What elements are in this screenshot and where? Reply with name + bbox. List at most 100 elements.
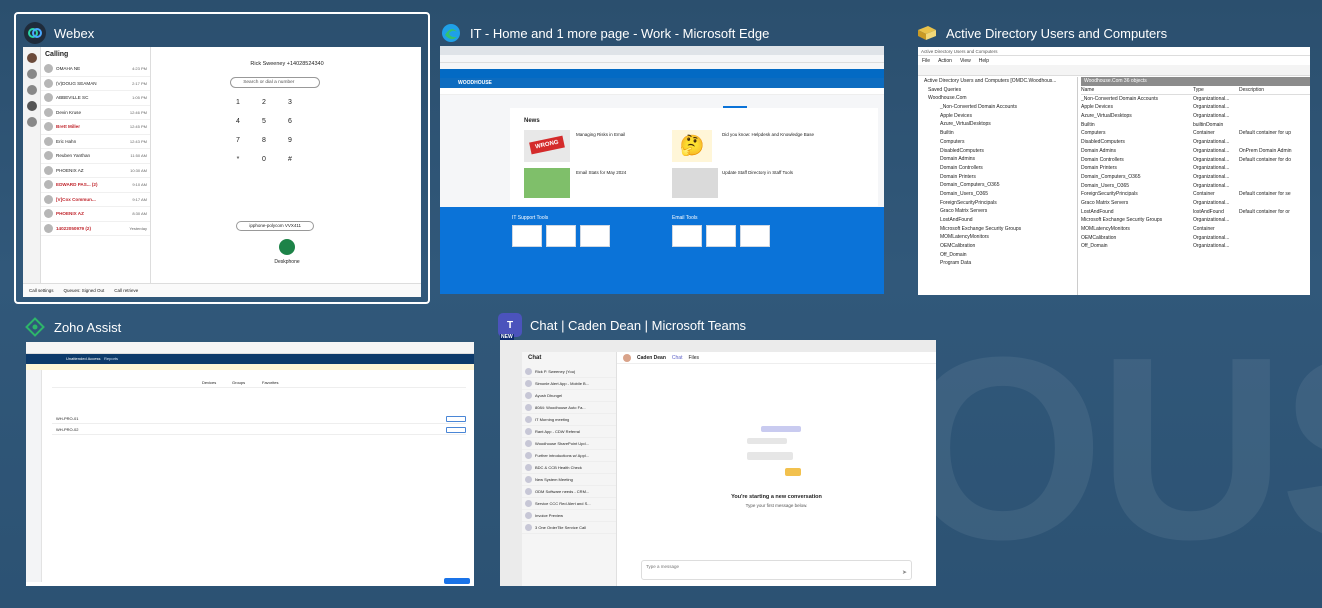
- list-item[interactable]: Devin Kruse 12:46 PM: [41, 106, 150, 120]
- list-item[interactable]: PHOENIX AZ 8:30 AM: [41, 207, 150, 222]
- table-row[interactable]: WH-PRO-02: [52, 425, 466, 435]
- aduc-tile[interactable]: Active Directory Users and Computers Act…: [916, 20, 1316, 300]
- spam-filter-card[interactable]: [706, 225, 736, 247]
- helpdesk-ticket-card[interactable]: [512, 225, 542, 247]
- nav-unattended[interactable]: Unattended Access: [66, 356, 100, 361]
- tree-item[interactable]: ForeignSecurityPrincipals: [918, 199, 1077, 208]
- chat-widget[interactable]: [444, 578, 470, 584]
- password-reset-card[interactable]: [546, 225, 576, 247]
- list-item[interactable]: Brett Miller 12:45 PM: [41, 120, 150, 135]
- call-retrieve-link[interactable]: Call retrieve: [114, 288, 138, 293]
- column-name[interactable]: Name: [1081, 86, 1193, 94]
- call-button[interactable]: [279, 239, 295, 255]
- table-row[interactable]: Builtin builtinDomain: [1081, 121, 1310, 130]
- contacts-icon[interactable]: [26, 117, 37, 127]
- device-selector[interactable]: ipphone-polycom VVX411: [236, 221, 315, 231]
- list-item[interactable]: ODM Software needs - CRM...: [522, 486, 616, 498]
- list-item[interactable]: Eric Hahn 12:43 PM: [41, 135, 150, 149]
- webex-tile[interactable]: Webex Calling OMAHA NE 4:23 PM (V)DOUG SEA…: [14, 12, 430, 304]
- table-row[interactable]: LostAndFound lostAndFound Default containe…: [1081, 208, 1310, 217]
- zoho-tile[interactable]: Zoho Assist Unattended Access Reports De…: [24, 314, 484, 590]
- menu-action[interactable]: Action: [938, 58, 952, 64]
- tree-item[interactable]: _Non-Converted Domain Accounts: [918, 103, 1077, 112]
- edge-address-bar[interactable]: [440, 55, 884, 63]
- tree-item[interactable]: DisabledComputers: [918, 147, 1077, 156]
- list-item[interactable]: 8084: Woodhouse Auto Fa...: [522, 402, 616, 414]
- tree-item[interactable]: Microsoft Exchange Security Groups: [918, 225, 1077, 234]
- list-item[interactable]: New System Meeting: [522, 474, 616, 486]
- table-row[interactable]: Apple Devices Organizational...: [1081, 103, 1310, 112]
- call-settings-link[interactable]: Call settings: [29, 288, 54, 293]
- column-type[interactable]: Type: [1193, 86, 1239, 94]
- list-item[interactable]: OMAHA NE 4:23 PM: [41, 62, 150, 77]
- list-item[interactable]: PHOENIX AZ 10:30 AM: [41, 164, 150, 178]
- dialpad-key[interactable]: #: [275, 156, 305, 163]
- table-row[interactable]: Domain_Users_O365 Organizational...: [1081, 182, 1310, 191]
- connect-button[interactable]: [446, 416, 466, 422]
- web-mail-card[interactable]: [672, 225, 702, 247]
- list-item[interactable]: Woodhouse SharePoint Upd...: [522, 438, 616, 450]
- menu-file[interactable]: File: [922, 58, 930, 64]
- list-item[interactable]: EDWARD PAS... (2) 9:10 AM: [41, 178, 150, 193]
- list-item[interactable]: Simonle Alert App - Mobile B...: [522, 378, 616, 390]
- list-item[interactable]: Rant App - CDW Referral: [522, 426, 616, 438]
- list-item[interactable]: Ayush Dhungel: [522, 390, 616, 402]
- table-row[interactable]: Domain Admins Organizational... OnPrem Dom…: [1081, 147, 1310, 156]
- table-row[interactable]: WH-PRO-01: [52, 414, 466, 424]
- email-downloads-card[interactable]: [740, 225, 770, 247]
- menu-view[interactable]: View: [960, 58, 971, 64]
- news-thumb-3[interactable]: [524, 168, 570, 198]
- favorites-filter[interactable]: Favorites: [262, 380, 278, 385]
- list-item[interactable]: Invoice Preview: [522, 510, 616, 522]
- news-title-4[interactable]: Update Staff Directory in Staff Tools: [722, 170, 793, 175]
- tree-item[interactable]: Graco Matrix Servers: [918, 207, 1077, 216]
- news-title-1[interactable]: Managing Risks in Email: [576, 132, 625, 137]
- tab-chat[interactable]: Chat: [672, 355, 683, 361]
- news-thumb-4[interactable]: [672, 168, 718, 198]
- tree-item[interactable]: Computers: [918, 138, 1077, 147]
- list-item[interactable]: BDC & CCB Health Check: [522, 462, 616, 474]
- tree-root[interactable]: Active Directory Users and Computers [OM…: [918, 77, 1077, 86]
- list-item[interactable]: 3 One OrderTile Service Call: [522, 522, 616, 534]
- tree-item[interactable]: Apple Devices: [918, 112, 1077, 121]
- edge-tab-strip[interactable]: [440, 46, 884, 55]
- tree-item[interactable]: Woodhouse.Com: [918, 94, 1077, 103]
- list-item[interactable]: (V)DOUG SEAMAN 2:17 PM: [41, 77, 150, 91]
- dialpad-key[interactable]: 6: [275, 118, 305, 125]
- tree-item[interactable]: Domain Controllers: [918, 164, 1077, 173]
- table-row[interactable]: OEMCalibration Organizational...: [1081, 234, 1310, 243]
- table-row[interactable]: Microsoft Exchange Security Groups Organi…: [1081, 216, 1310, 225]
- tree-item[interactable]: Domain_Users_O365: [918, 190, 1077, 199]
- table-row[interactable]: ForeignSecurityPrincipals Container Defaul…: [1081, 190, 1310, 199]
- avatar[interactable]: [26, 53, 37, 63]
- list-item[interactable]: 14022050979 (2) Yesterday: [41, 222, 150, 236]
- news-thumb-1[interactable]: WRONG: [524, 130, 570, 162]
- table-row[interactable]: Off_Domain Organizational...: [1081, 242, 1310, 251]
- news-thumb-2[interactable]: 🤔: [672, 130, 712, 162]
- tree-item[interactable]: LostAndFound: [918, 216, 1077, 225]
- news-title-2[interactable]: Did you know: Helpdesk and Knowledge Bas…: [722, 132, 814, 137]
- teams-tile[interactable]: T NEW Chat | Caden Dean | Microsoft Team…: [498, 312, 942, 592]
- table-row[interactable]: Domain Printers Organizational...: [1081, 164, 1310, 173]
- news-title-3[interactable]: Email Stats for May 2024: [576, 170, 626, 175]
- groups-filter[interactable]: Groups: [232, 380, 245, 385]
- messaging-icon[interactable]: [26, 69, 37, 79]
- edge-tile[interactable]: IT - Home and 1 more page - Work - Micro…: [440, 20, 900, 300]
- table-row[interactable]: Azure_VirtualDesktops Organizational...: [1081, 112, 1310, 121]
- tree-item[interactable]: Domain Printers: [918, 173, 1077, 182]
- meetings-icon[interactable]: [26, 85, 37, 95]
- tree-item[interactable]: Builtin: [918, 129, 1077, 138]
- list-item[interactable]: ABBEVILLE SC 1:05 PM: [41, 91, 150, 106]
- table-row[interactable]: Domain_Computers_O365 Organizational...: [1081, 173, 1310, 182]
- tree-item[interactable]: Domain_Computers_O365: [918, 181, 1077, 190]
- table-row[interactable]: Computers Container Default container for …: [1081, 129, 1310, 138]
- send-icon[interactable]: ➤: [902, 569, 907, 576]
- column-description[interactable]: Description: [1239, 86, 1310, 94]
- list-item[interactable]: IT Morning meeting: [522, 414, 616, 426]
- list-item[interactable]: Service CCC Red Alert and S...: [522, 498, 616, 510]
- dial-search-input[interactable]: Search or dial a number: [230, 77, 321, 88]
- tree-item[interactable]: Saved Queries: [918, 86, 1077, 95]
- menu-help[interactable]: Help: [979, 58, 989, 64]
- table-row[interactable]: Graco Matrix Servers Organizational...: [1081, 199, 1310, 208]
- table-row[interactable]: Domain Controllers Organizational... Defau…: [1081, 156, 1310, 165]
